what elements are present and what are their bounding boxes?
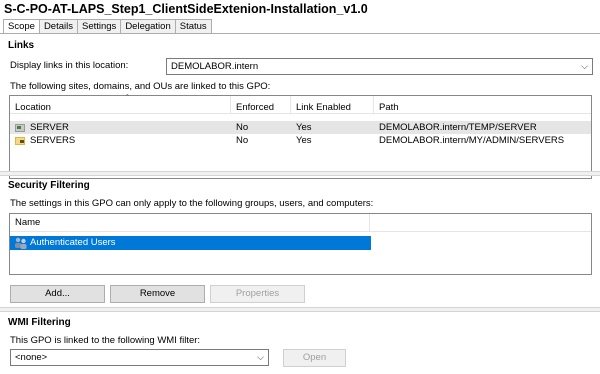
column-path[interactable]: Path: [374, 96, 592, 114]
wmi-filter-description: This GPO is linked to the following WMI …: [10, 335, 201, 346]
column-location[interactable]: Location: [10, 96, 231, 114]
links-table-header: ⌃ Location Enforced Link Enabled Path: [10, 93, 592, 114]
section-divider: [0, 171, 600, 176]
security-filtering-description: The settings in this GPO can only apply …: [10, 198, 374, 209]
links-section-title: Links: [8, 40, 35, 51]
table-row[interactable]: SERVERS No Yes DEMOLABOR.intern/MY/ADMIN…: [10, 134, 591, 147]
tab-status[interactable]: Status: [174, 19, 212, 34]
add-button[interactable]: Add...: [10, 285, 105, 303]
security-filtering-title: Security Filtering: [8, 180, 90, 191]
links-table[interactable]: ⌃ Location Enforced Link Enabled Path SE…: [9, 93, 592, 179]
column-enforced[interactable]: Enforced: [231, 96, 291, 114]
chevron-down-icon: ⌵: [257, 352, 264, 362]
scope-panel: Links Display links in this location: DE…: [0, 33, 600, 374]
location-dropdown[interactable]: DEMOLABOR.intern ⌵: [166, 58, 593, 75]
row-link-enabled: Yes: [296, 122, 312, 133]
row-path: DEMOLABOR.intern/MY/ADMIN/SERVERS: [379, 135, 565, 146]
organizational-unit-icon: [15, 124, 25, 132]
display-links-label: Display links in this location:: [10, 60, 129, 71]
row-location: SERVER: [30, 122, 69, 133]
tab-strip: Scope Details Settings Delegation Status: [3, 19, 212, 35]
row-path: DEMOLABOR.intern/TEMP/SERVER: [379, 122, 537, 133]
tab-delegation[interactable]: Delegation: [120, 19, 175, 34]
row-link-enabled: Yes: [296, 135, 312, 146]
user-group-icon: [15, 237, 27, 249]
organizational-unit-icon: [15, 137, 25, 145]
window-title: S-C-PO-AT-LAPS_Step1_ClientSideExtenion-…: [4, 2, 368, 16]
security-filter-list[interactable]: Name Authenticated Users: [9, 213, 592, 275]
wmi-filtering-title: WMI Filtering: [8, 317, 71, 328]
row-enforced: No: [236, 122, 249, 133]
wmi-filter-dropdown[interactable]: <none> ⌵: [10, 349, 269, 366]
row-location: SERVERS: [30, 135, 76, 146]
tab-details[interactable]: Details: [38, 19, 77, 34]
table-row[interactable]: SERVER No Yes DEMOLABOR.intern/TEMP/SERV…: [10, 121, 591, 134]
tab-settings[interactable]: Settings: [76, 19, 121, 34]
location-dropdown-value: DEMOLABOR.intern: [171, 61, 259, 72]
properties-button[interactable]: Properties: [210, 285, 305, 303]
list-item[interactable]: Authenticated Users: [10, 236, 371, 250]
column-link-enabled[interactable]: Link Enabled: [291, 96, 374, 114]
list-item-label: Authenticated Users: [30, 237, 116, 248]
column-name[interactable]: Name: [10, 214, 370, 232]
links-description: The following sites, domains, and OUs ar…: [10, 81, 271, 92]
open-button[interactable]: Open: [283, 349, 346, 367]
section-divider: [0, 307, 600, 312]
wmi-filter-value: <none>: [15, 352, 48, 363]
remove-button[interactable]: Remove: [110, 285, 205, 303]
chevron-down-icon: ⌵: [581, 61, 588, 71]
row-enforced: No: [236, 135, 249, 146]
security-list-header: Name: [10, 214, 591, 232]
